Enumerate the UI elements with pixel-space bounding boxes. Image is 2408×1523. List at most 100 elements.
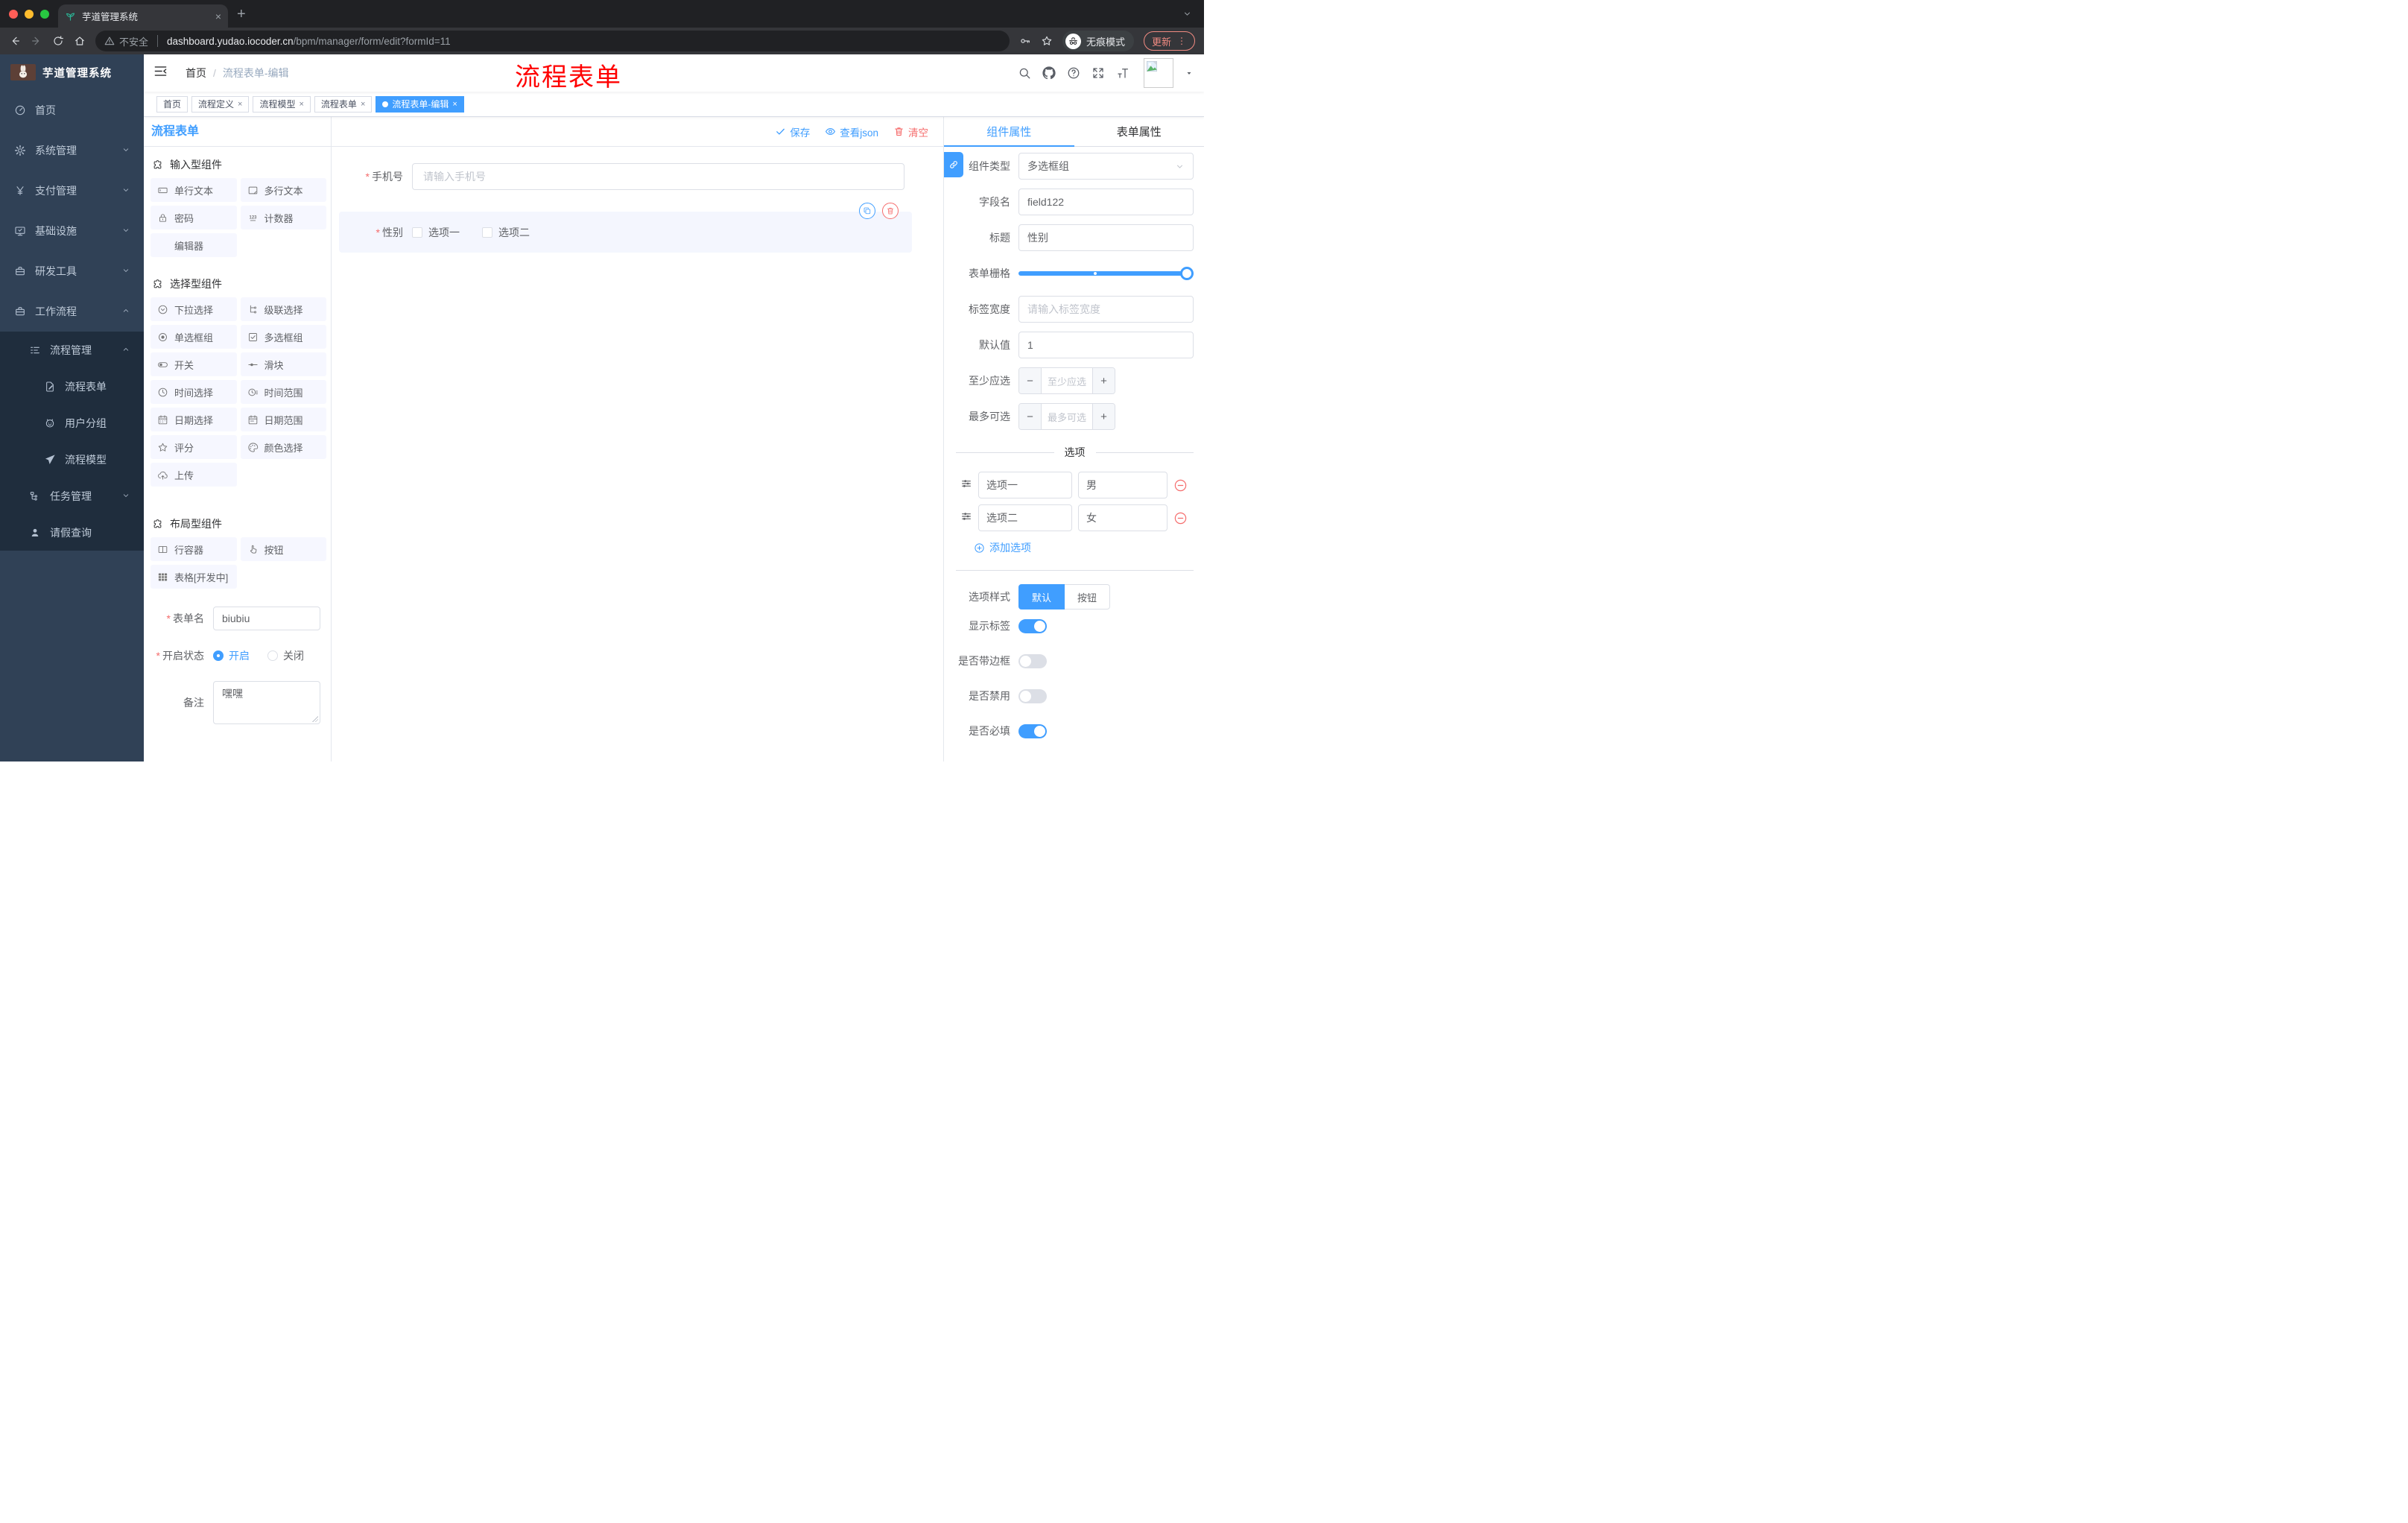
search-icon[interactable] [1018, 66, 1031, 80]
radio-icon[interactable] [213, 650, 224, 661]
palette-item-时间范围[interactable]: 时间范围 [240, 380, 326, 404]
slider-track[interactable] [1018, 271, 1194, 276]
max-select-stepper[interactable]: − 最多可选 + [1018, 403, 1115, 430]
palette-item-时间选择[interactable]: 时间选择 [150, 380, 237, 404]
tag-close-icon[interactable]: × [361, 100, 365, 109]
gender-option-2[interactable]: 选项二 [482, 225, 530, 240]
stepper-plus-button[interactable]: + [1092, 368, 1115, 393]
help-icon[interactable] [1067, 66, 1080, 80]
bookmark-star-icon[interactable] [1041, 35, 1053, 47]
sidebar-item-支付管理[interactable]: 支付管理 [0, 171, 144, 211]
palette-item-编辑器[interactable]: 编辑器 [150, 233, 237, 257]
remove-option-button[interactable] [1173, 478, 1188, 493]
drag-handle[interactable] [960, 510, 972, 526]
sidebar-item-流程模型[interactable]: 流程模型 [0, 441, 144, 478]
drawer-link-handle[interactable] [944, 152, 963, 177]
palette-item-计数器[interactable]: 计数器 [240, 206, 326, 229]
fullscreen-icon[interactable] [1091, 66, 1105, 80]
sidebar-item-请假查询[interactable]: 请假查询 [0, 514, 144, 551]
palette-item-上传[interactable]: 上传 [150, 463, 237, 487]
sidebar-collapse-button[interactable] [153, 64, 168, 82]
sidebar-item-用户分组[interactable]: 用户分组 [0, 405, 144, 441]
palette-item-单行文本[interactable]: 单行文本 [150, 178, 237, 202]
phone-field-row[interactable]: * 手机号 请输入手机号 [332, 163, 943, 190]
清空-button[interactable]: 清空 [893, 124, 928, 139]
stepper-minus-button[interactable]: − [1019, 404, 1042, 429]
delete-widget-button[interactable] [882, 203, 899, 219]
palette-item-滑块[interactable]: 滑块 [240, 352, 326, 376]
zoom-window-button[interactable] [40, 9, 49, 19]
user-avatar-broken-image[interactable] [1144, 58, 1173, 88]
add-option-button[interactable]: 添加选项 [974, 540, 1194, 555]
stepper-plus-button[interactable]: + [1092, 404, 1115, 429]
chrome-update-button[interactable]: 更新 [1143, 31, 1195, 51]
sidebar-item-研发工具[interactable]: 研发工具 [0, 251, 144, 291]
tag-close-icon[interactable]: × [452, 100, 457, 109]
max-select-value[interactable]: 最多可选 [1042, 404, 1092, 429]
checkbox-icon[interactable] [412, 227, 422, 238]
form-name-input[interactable]: biubiu [213, 607, 320, 630]
toggle-是否带边框[interactable] [1018, 653, 1047, 668]
palette-item-多行文本[interactable]: 多行文本 [240, 178, 326, 202]
palette-item-多选框组[interactable]: 多选框组 [240, 325, 326, 349]
tag-流程表单-编辑[interactable]: 流程表单-编辑 × [376, 95, 464, 113]
palette-item-下拉选择[interactable]: 下拉选择 [150, 297, 237, 321]
sidebar-item-首页[interactable]: 首页 [0, 90, 144, 130]
palette-item-颜色选择[interactable]: 颜色选择 [240, 435, 326, 459]
保存-button[interactable]: 保存 [775, 124, 810, 139]
slider-handle[interactable] [1180, 267, 1194, 280]
tab-组件属性[interactable]: 组件属性 [944, 117, 1074, 146]
component-type-select[interactable]: 多选框组 [1018, 153, 1194, 180]
title-input[interactable]: 性别 [1018, 224, 1194, 251]
remove-option-button[interactable] [1173, 511, 1188, 525]
window-controls[interactable] [0, 9, 58, 19]
sidebar-item-基础设施[interactable]: 基础设施 [0, 211, 144, 251]
toggle-显示标签[interactable] [1018, 618, 1047, 633]
tag-流程表单[interactable]: 流程表单 × [314, 95, 373, 113]
browser-tab[interactable]: 芋道管理系统 × [58, 4, 228, 28]
new-tab-button[interactable]: + [237, 7, 246, 22]
tab-list-chevron-icon[interactable] [1182, 9, 1192, 19]
password-key-icon[interactable] [1019, 35, 1031, 47]
tag-close-icon[interactable]: × [299, 100, 303, 109]
tag-close-icon[interactable]: × [238, 100, 242, 109]
option-value-input[interactable]: 女 [1078, 504, 1167, 531]
radio-开启[interactable]: 开启 [213, 648, 250, 663]
sidebar-item-系统管理[interactable]: 系统管理 [0, 130, 144, 171]
option-value-input[interactable]: 男 [1078, 472, 1167, 498]
查看json-button[interactable]: 查看json [825, 124, 878, 139]
toggle-是否必填[interactable] [1018, 723, 1047, 738]
option-name-input[interactable]: 选项二 [978, 504, 1072, 531]
stepper-minus-button[interactable]: − [1019, 368, 1042, 393]
default-value-input[interactable]: 1 [1018, 332, 1194, 358]
user-menu-caret-icon[interactable] [1185, 69, 1194, 77]
palette-item-单选框组[interactable]: 单选框组 [150, 325, 237, 349]
gender-option-1[interactable]: 选项一 [412, 225, 460, 240]
minimize-window-button[interactable] [25, 9, 34, 19]
drag-handle[interactable] [960, 478, 972, 493]
palette-item-按钮[interactable]: 按钮 [240, 537, 326, 561]
sidebar-item-流程表单[interactable]: 流程表单 [0, 368, 144, 405]
home-icon[interactable] [74, 35, 86, 47]
phone-input[interactable]: 请输入手机号 [412, 163, 904, 190]
copy-widget-button[interactable] [859, 203, 875, 219]
palette-item-日期选择[interactable]: 日期选择 [150, 408, 237, 431]
breadcrumb-home[interactable]: 首页 [186, 66, 206, 80]
option-name-input[interactable]: 选项一 [978, 472, 1072, 498]
gender-widget-selected[interactable]: * 性别 选项一 选项二 [339, 203, 912, 253]
address-bar[interactable]: 不安全 dashboard.yudao.iocoder.cn/bpm/manag… [95, 31, 1010, 51]
toggle-是否禁用[interactable] [1018, 688, 1047, 703]
tag-流程模型[interactable]: 流程模型 × [253, 95, 311, 113]
label-width-input[interactable]: 请输入标签宽度 [1018, 296, 1194, 323]
palette-item-行容器[interactable]: 行容器 [150, 537, 237, 561]
github-icon[interactable] [1042, 66, 1056, 80]
security-chip[interactable]: 不安全 [104, 34, 148, 48]
font-size-icon[interactable] [1116, 66, 1129, 80]
tag-流程定义[interactable]: 流程定义 × [191, 95, 250, 113]
form-grid-slider[interactable] [1018, 260, 1194, 287]
tab-close-button[interactable]: × [215, 11, 221, 22]
checkbox-icon[interactable] [482, 227, 492, 238]
browser-menu-kebab-icon[interactable] [1176, 36, 1187, 46]
tag-首页[interactable]: 首页 [156, 95, 188, 113]
back-icon[interactable] [9, 35, 21, 47]
